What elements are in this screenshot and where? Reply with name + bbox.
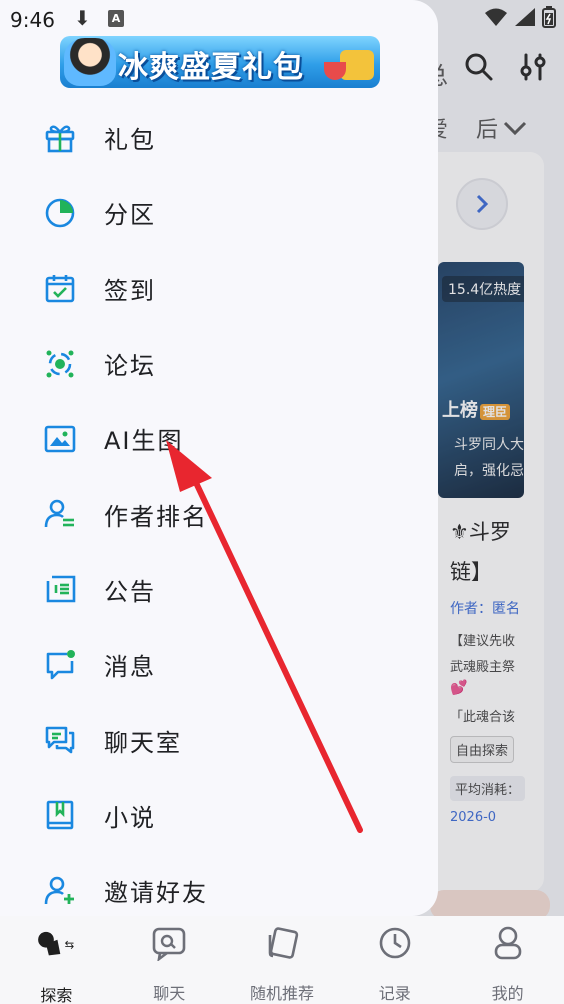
status-right [484, 6, 556, 28]
status-time: 9:46 [10, 8, 55, 32]
promo-banner[interactable]: 冰爽盛夏礼包 [60, 36, 380, 88]
drawer-item-label: 邀请好友 [104, 879, 208, 908]
clock-icon [375, 924, 415, 962]
image-icon [44, 423, 76, 455]
author-rank-icon [44, 498, 76, 530]
drawer-item-messages[interactable]: 消息 [0, 627, 438, 702]
nav-label: 我的 [491, 984, 524, 1003]
nav-label: 探索 [40, 986, 73, 1004]
drawer-item-chatroom[interactable]: 聊天室 [0, 702, 438, 777]
battery-icon [542, 6, 556, 28]
nav-item-explore[interactable]: ⇆ 探索 [0, 916, 113, 1004]
nav-item-chat[interactable]: 聊天 [113, 916, 226, 1004]
drawer-menu: 礼包 分区 签到 论坛 AI生图 作者排名 公告 消息 聊天室 小说 邀请好友 [0, 100, 438, 916]
drawer-item-label: 论坛 [104, 352, 156, 381]
drawer-item-novel[interactable]: 小说 [0, 778, 438, 853]
drawer-item-label: 分区 [104, 201, 156, 230]
nav-label: 随机推荐 [249, 984, 314, 1003]
download-icon: ⬇ [74, 6, 91, 30]
nav-label: 记录 [378, 984, 411, 1003]
drawer-item-gift[interactable]: 礼包 [0, 100, 438, 175]
drawer-item-label: 作者排名 [104, 502, 208, 531]
svg-text:⇆: ⇆ [65, 937, 75, 951]
drawer-item-label: 公告 [104, 577, 156, 606]
explore-icon: ⇆ [36, 924, 76, 964]
chatroom-icon [44, 724, 76, 756]
random-card-icon [262, 924, 302, 962]
drawer-item-label: 聊天室 [104, 728, 182, 757]
drawer-item-label: 消息 [104, 653, 156, 682]
pie-chart-icon [44, 197, 76, 229]
drawer-item-label: AI生图 [104, 427, 184, 456]
bottom-nav: ⇆ 探索 聊天 随机推荐 记录 我的 [0, 916, 564, 1004]
nav-item-profile[interactable]: 我的 [451, 916, 564, 1004]
calendar-check-icon [44, 272, 76, 304]
nav-label: 聊天 [153, 984, 186, 1003]
drawer-item-label: 礼包 [104, 126, 156, 155]
drawer-item-author-rank[interactable]: 作者排名 [0, 476, 438, 551]
notification-a-icon: A [108, 10, 124, 27]
drawer-item-invite[interactable]: 邀请好友 [0, 853, 438, 916]
nav-item-history[interactable]: 记录 [338, 916, 451, 1004]
drawer-item-checkin[interactable]: 签到 [0, 251, 438, 326]
profile-icon [488, 924, 528, 962]
nav-item-random[interactable]: 随机推荐 [226, 916, 339, 1004]
gift-icon [44, 122, 76, 154]
drawer-item-forum[interactable]: 论坛 [0, 326, 438, 401]
status-bar: 9:46 ⬇ A [0, 0, 564, 40]
invite-friend-icon [44, 875, 76, 907]
book-icon [44, 799, 76, 831]
drawer-item-ai-image[interactable]: AI生图 [0, 401, 438, 476]
chat-icon [149, 924, 189, 962]
promo-banner-text: 冰爽盛夏礼包 [118, 50, 304, 85]
announcement-icon [44, 573, 76, 605]
signal-icon [515, 8, 535, 26]
drawer-item-announcement[interactable]: 公告 [0, 552, 438, 627]
wifi-icon [485, 8, 507, 26]
promo-character-image [64, 38, 116, 86]
drawer-item-category[interactable]: 分区 [0, 175, 438, 250]
gift-box-image [324, 50, 374, 80]
message-icon [44, 649, 76, 681]
drawer-item-label: 签到 [104, 276, 156, 305]
side-drawer: 冰爽盛夏礼包 礼包 分区 签到 论坛 AI生图 作者排名 公告 消息 聊天室 小… [0, 0, 438, 916]
forum-icon [44, 348, 76, 380]
drawer-item-label: 小说 [104, 803, 156, 832]
